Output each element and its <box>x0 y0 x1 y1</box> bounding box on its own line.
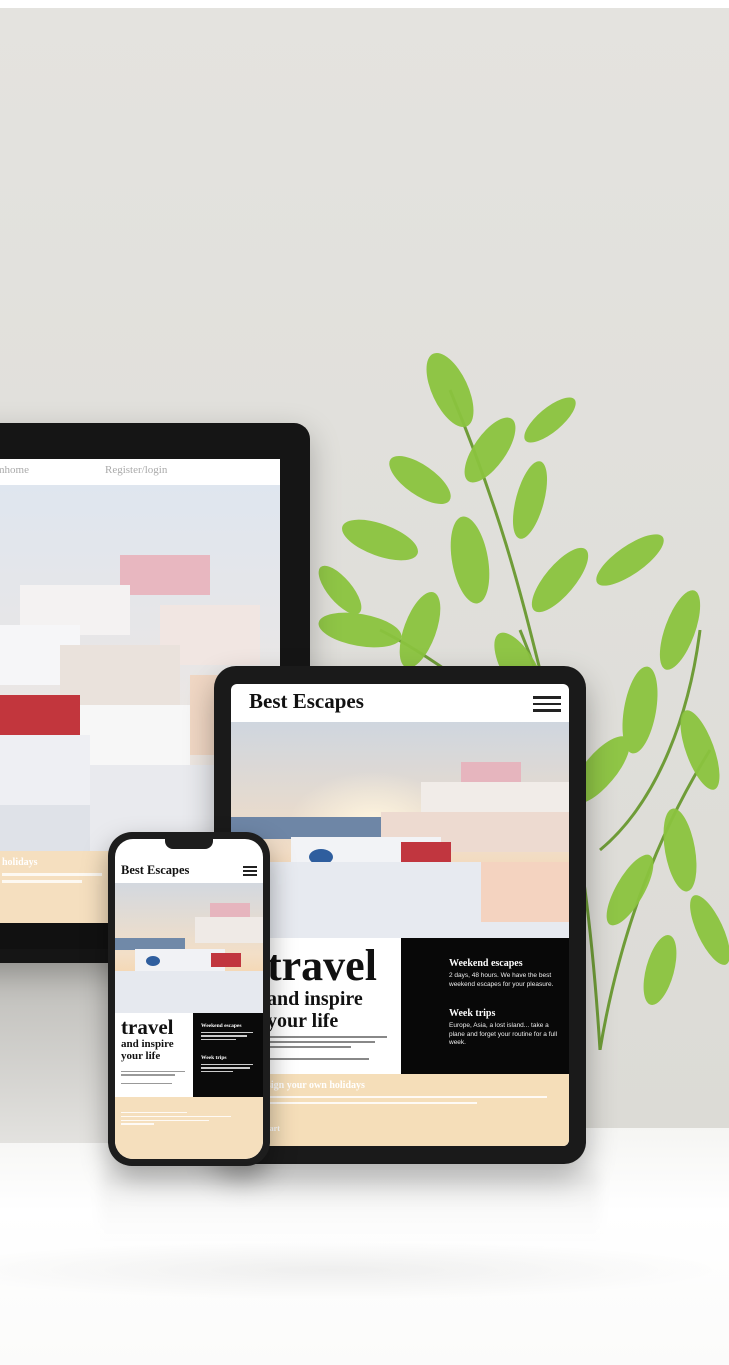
tablet-hero-photo <box>231 722 569 938</box>
phone-aside-text-week <box>201 1064 259 1072</box>
device-reflection <box>100 1172 600 1242</box>
phone-hero-body <box>121 1071 185 1086</box>
phone-aside-title-week[interactable]: Week trips <box>201 1055 227 1061</box>
tablet-hamburger-icon[interactable] <box>533 696 561 716</box>
phone-hero-heading: travel and inspire your life <box>115 1013 193 1097</box>
tablet-cta-title: sign your own holidays <box>267 1080 365 1091</box>
phone-aside-text-weekend <box>201 1032 259 1040</box>
tablet-hero-body <box>267 1036 387 1063</box>
tablet-aside-title-weekend[interactable]: Weekend escapes <box>449 958 523 969</box>
phone-cta-band <box>115 1097 263 1159</box>
desktop-nav: mhome Register/login <box>0 459 280 485</box>
tablet-hero-subtitle-line-1: and inspire <box>267 988 363 1010</box>
desktop-nav-home[interactable]: mhome <box>0 464 29 476</box>
phone-aside-title-weekend[interactable]: Weekend escapes <box>201 1023 242 1029</box>
desktop-band-title: holidays <box>2 857 38 868</box>
phone-hero-subtitle-line-1: and inspire <box>121 1038 174 1050</box>
tablet-aside: Weekend escapes 2 days, 48 hours. We hav… <box>401 938 569 1074</box>
desktop-band-text <box>2 873 102 887</box>
tablet-aside-text-weekend: 2 days, 48 hours. We have the best weeke… <box>449 972 554 988</box>
phone-hamburger-icon[interactable] <box>243 866 257 878</box>
phone-hero-title: travel <box>121 1015 174 1039</box>
tablet-hero-subtitle-line-2: your life <box>267 1010 339 1032</box>
desktop-nav-register[interactable]: Register/login <box>105 464 167 476</box>
phone-device: Best Escapes travel and inspire your lif… <box>108 832 270 1166</box>
top-strip <box>0 0 729 8</box>
phone-hero-subtitle: and inspire your life <box>121 1038 174 1062</box>
phone-screen: Best Escapes travel and inspire your lif… <box>115 839 263 1159</box>
table-shadow <box>0 1240 729 1300</box>
phone-notch <box>165 839 213 849</box>
tablet-hero-subtitle: and inspire your life <box>267 988 363 1032</box>
tablet-hero-title: travel <box>267 941 377 990</box>
phone-hero-subtitle-line-2: your life <box>121 1049 161 1062</box>
phone-hero-photo <box>115 883 263 1013</box>
tablet-brand-title[interactable]: Best Escapes <box>249 689 364 714</box>
tablet-screen: Best Escapes travel and inspire your lif… <box>231 684 569 1146</box>
tablet-cta-text <box>267 1096 547 1108</box>
scene: mhome Register/login holidays Best Escap… <box>0 0 729 1365</box>
tablet-aside-text-week: Europe, Asia, a lost island... take a pl… <box>449 1022 558 1046</box>
phone-cta-text <box>121 1112 231 1127</box>
tablet-aside-title-week[interactable]: Week trips <box>449 1008 495 1019</box>
tablet-cta-band: sign your own holidays tart <box>231 1074 569 1146</box>
phone-aside: Weekend escapes Week trips <box>193 1013 263 1097</box>
phone-brand-title[interactable]: Best Escapes <box>121 863 189 878</box>
